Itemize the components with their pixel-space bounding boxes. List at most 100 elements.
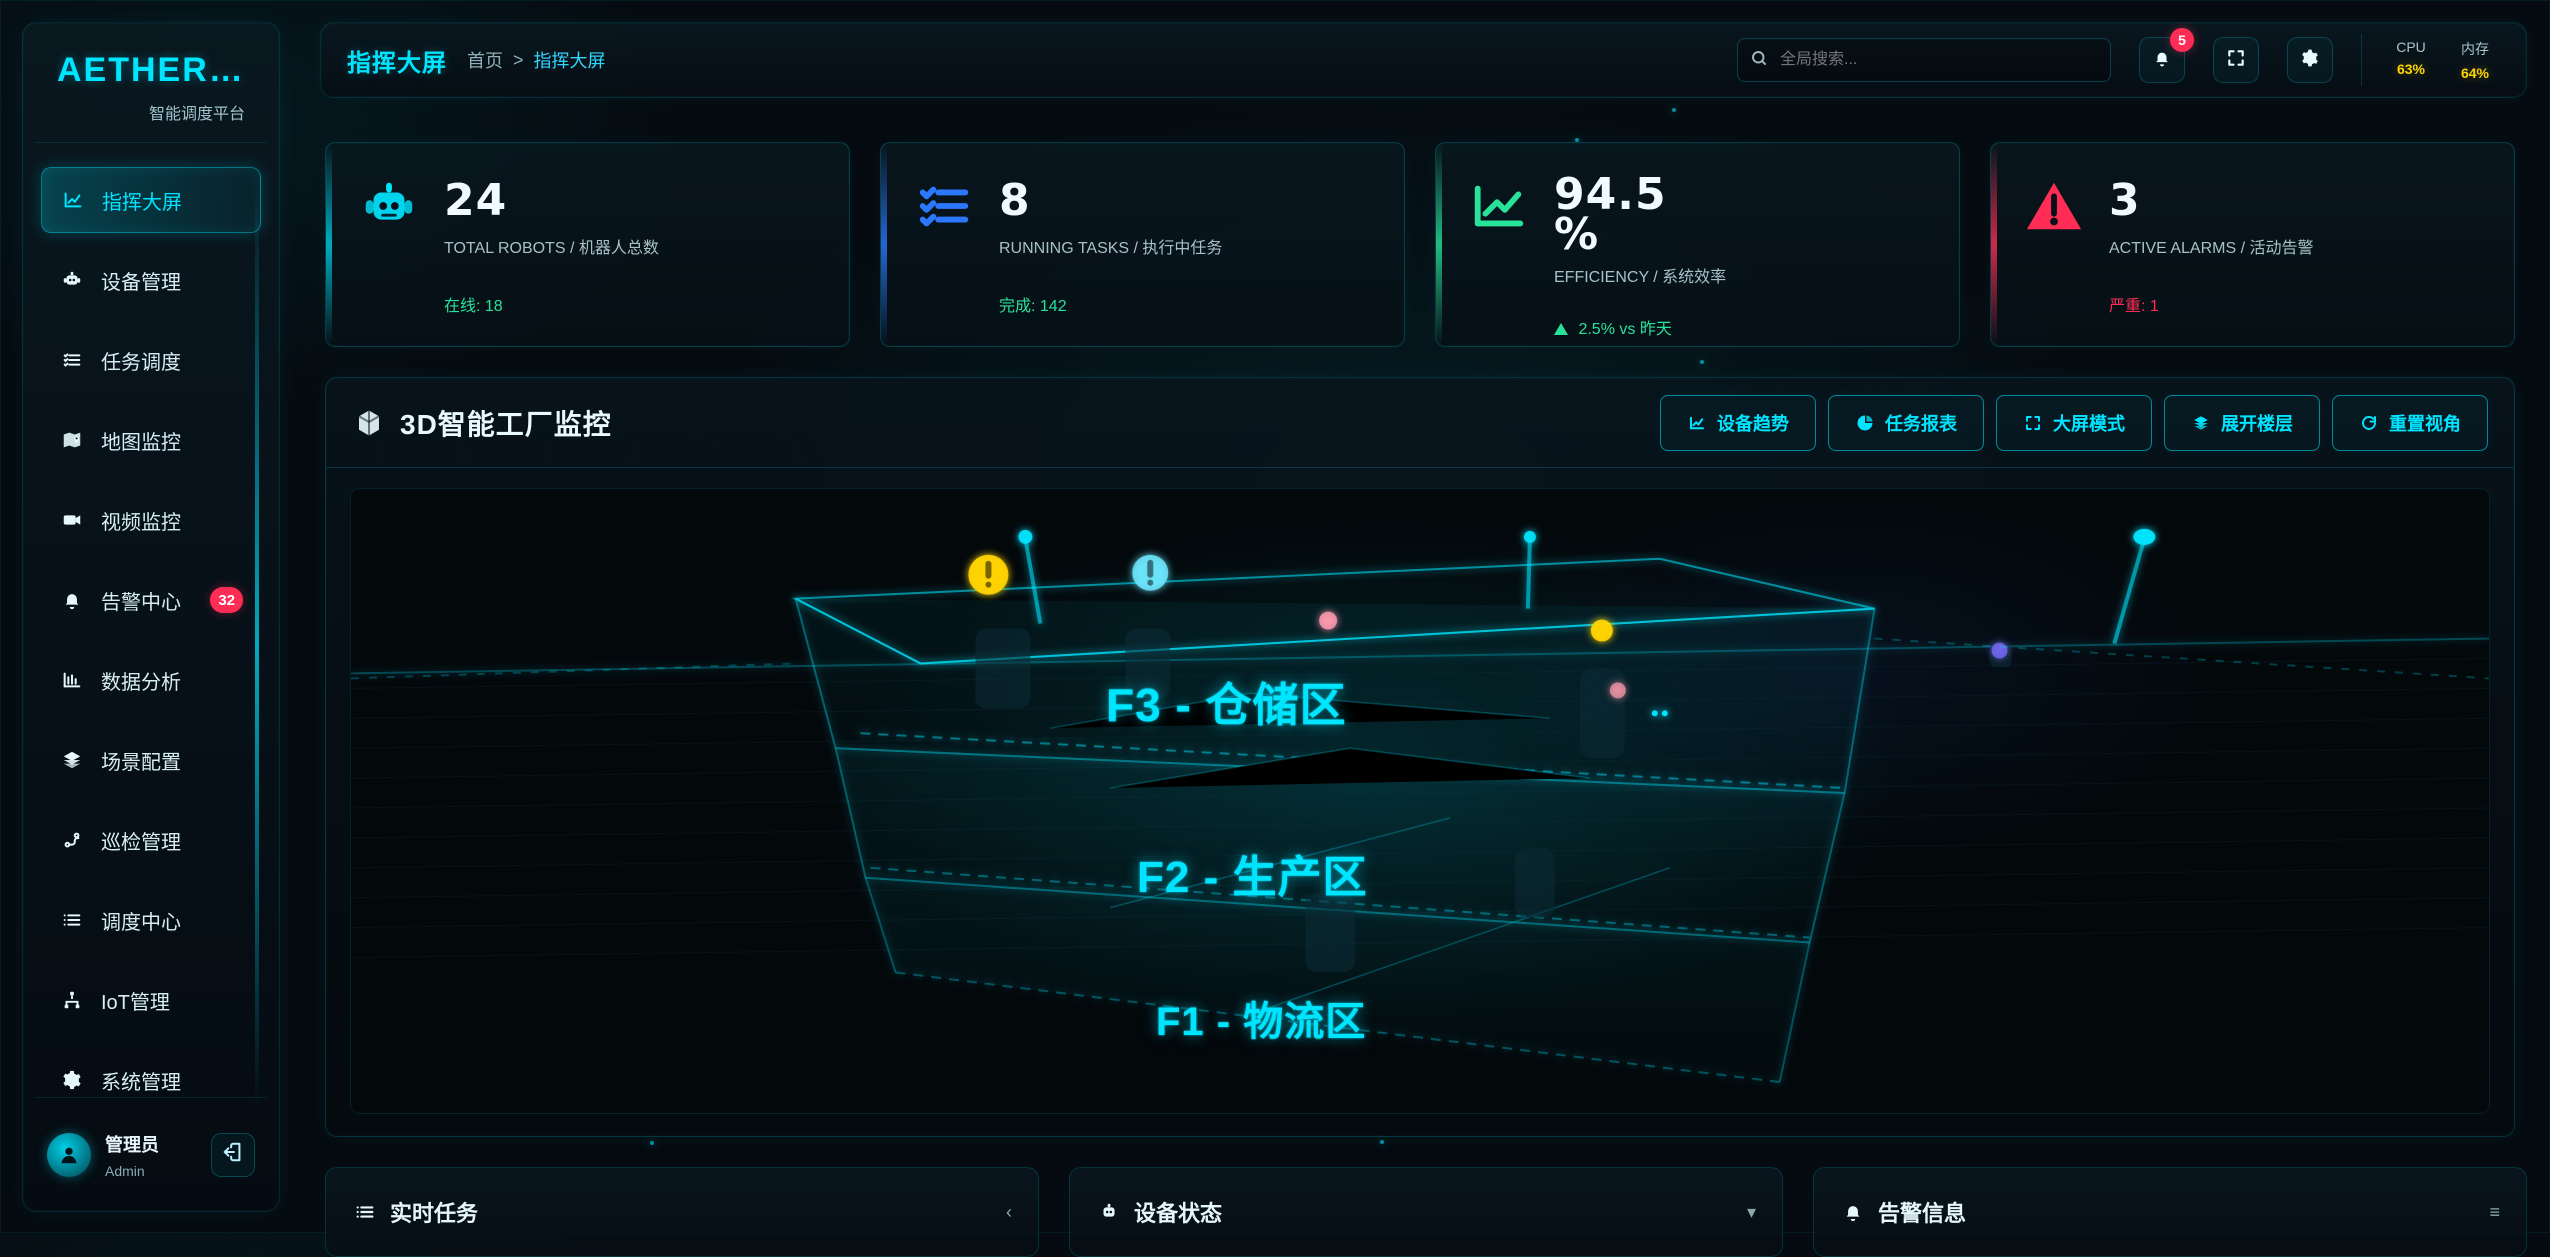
- trend-up-icon: [1466, 173, 1532, 239]
- bell-icon: [2152, 48, 2172, 73]
- breadcrumb: 首页 > 指挥大屏: [467, 47, 606, 73]
- fullscreen-icon: [2226, 48, 2246, 73]
- stat-value: 94.5 %: [1554, 173, 1726, 257]
- stat-inner: 3 ACTIVE ALARMS / 活动告警 严重: 1: [2021, 173, 2490, 328]
- action-device-trend[interactable]: 设备趋势: [1660, 394, 1816, 451]
- bottom-panel-alarm-info: 告警信息 ≡: [1813, 1167, 2527, 1257]
- sidebar-item-patrol-management[interactable]: 巡检管理: [41, 807, 261, 873]
- pie-chart-icon: [1855, 413, 1875, 433]
- sidebar-item-alarm-center[interactable]: 告警中心 32: [41, 567, 261, 633]
- factory-wireframe: [351, 528, 2489, 1084]
- network-icon: [59, 987, 85, 1013]
- bottom-panels: 实时任务 ‹ 设备状态 ▾ 告警信息 ≡: [325, 1167, 2527, 1257]
- layers-icon: [2191, 413, 2211, 433]
- panel-hint[interactable]: ‹: [1006, 1202, 1012, 1223]
- settings-button[interactable]: [2287, 37, 2333, 83]
- sidebar: AETHERLI... 智能调度平台 指挥大屏 设备管理: [22, 22, 280, 1212]
- sidebar-item-label: 调度中心: [101, 911, 181, 934]
- sidebar-item-video-monitoring[interactable]: 视频监控: [41, 487, 261, 553]
- breadcrumb-home[interactable]: 首页: [467, 47, 503, 73]
- stat-subtext: 严重: 1: [2109, 298, 2159, 315]
- efficiency-value-line2: %: [1554, 209, 1600, 260]
- brand: AETHERLI... 智能调度平台: [35, 23, 267, 143]
- action-task-report[interactable]: 任务报表: [1828, 394, 1984, 451]
- sidebar-item-data-analysis[interactable]: 数据分析: [41, 647, 261, 713]
- list-check-icon: [59, 347, 85, 373]
- global-search[interactable]: [1737, 38, 2111, 82]
- stat-card-active-alarms: 3 ACTIVE ALARMS / 活动告警 严重: 1: [1990, 142, 2515, 347]
- factory-actions: 设备趋势 任务报表 大屏模式 展开楼层 重置视角: [1660, 394, 2488, 451]
- brand-title: AETHERLI...: [57, 51, 245, 89]
- chart-line-icon: [60, 187, 86, 213]
- sidebar-item-dispatch-center[interactable]: 调度中心: [41, 887, 261, 953]
- cube-icon: [352, 406, 386, 440]
- factory-monitor-panel: 3D智能工厂监控 设备趋势 任务报表 大屏模式 展开楼层 重置视角 F3 - 仓…: [325, 377, 2515, 1137]
- action-big-screen-mode[interactable]: 大屏模式: [1996, 394, 2152, 451]
- sidebar-item-iot-management[interactable]: IoT管理: [41, 967, 261, 1033]
- sidebar-item-label: 地图监控: [101, 431, 181, 454]
- fullscreen-button[interactable]: [2213, 37, 2259, 83]
- action-label: 大屏模式: [2053, 413, 2125, 434]
- stat-value: 8: [999, 175, 1031, 226]
- system-metrics: CPU 63% 内存 64%: [2390, 39, 2496, 81]
- floor-label-f2: F2 - 生产区: [1137, 853, 1368, 902]
- search-input[interactable]: [1778, 50, 2098, 70]
- sidebar-item-label: 指挥大屏: [102, 191, 182, 214]
- gear-icon: [2300, 48, 2320, 73]
- logout-icon: [222, 1141, 244, 1168]
- list-icon: [59, 907, 85, 933]
- cpu-label: CPU: [2396, 39, 2426, 55]
- sidebar-item-map-monitoring[interactable]: 地图监控: [41, 407, 261, 473]
- breadcrumb-separator: >: [513, 49, 524, 70]
- sidebar-item-device-management[interactable]: 设备管理: [41, 247, 261, 313]
- sidebar-item-label: 视频监控: [101, 511, 181, 534]
- action-reset-view[interactable]: 重置视角: [2332, 394, 2488, 451]
- notification-badge: 5: [2170, 28, 2194, 52]
- sidebar-item-scene-config[interactable]: 场景配置: [41, 727, 261, 793]
- sidebar-item-label: 设备管理: [101, 271, 181, 294]
- layers-icon: [59, 747, 85, 773]
- panel-hint[interactable]: ≡: [2489, 1202, 2500, 1223]
- warning-triangle-icon: [2021, 173, 2087, 239]
- stat-title: RUNNING TASKS / 执行中任务: [999, 240, 1223, 257]
- stat-subtext: 2.5% vs 昨天: [1554, 315, 1726, 339]
- user-panel: 管理员 Admin: [35, 1097, 267, 1193]
- user-icon: [61, 1147, 77, 1163]
- brand-subtitle: 智能调度平台: [148, 106, 245, 123]
- efficiency-delta: 2.5% vs 昨天: [1578, 321, 1672, 338]
- stat-value: 24: [444, 175, 508, 226]
- avatar: [47, 1132, 91, 1177]
- task-list-icon: [911, 173, 977, 239]
- action-expand-floors[interactable]: 展开楼层: [2164, 394, 2320, 451]
- list-icon: [352, 1199, 378, 1225]
- stat-subtext: 在线: 18: [444, 298, 503, 315]
- factory-3d-scene[interactable]: F3 - 仓储区 F2 - 生产区 F1 - 物流区: [350, 488, 2490, 1114]
- sidebar-item-label: 场景配置: [101, 751, 181, 774]
- sidebar-item-task-scheduling[interactable]: 任务调度: [41, 327, 261, 393]
- memory-metric: 内存 64%: [2454, 39, 2496, 81]
- robot-icon: [356, 173, 422, 239]
- stat-title: TOTAL ROBOTS / 机器人总数: [444, 240, 659, 257]
- user-role: Admin: [105, 1162, 145, 1179]
- stat-inner: 24 TOTAL ROBOTS / 机器人总数 在线: 18: [356, 173, 825, 328]
- sidebar-item-dashboard[interactable]: 指挥大屏: [41, 167, 261, 233]
- action-label: 设备趋势: [1717, 413, 1789, 434]
- stat-main: 3 ACTIVE ALARMS / 活动告警 严重: 1: [2109, 173, 2314, 328]
- route-icon: [59, 827, 85, 853]
- stats-cards: 24 TOTAL ROBOTS / 机器人总数 在线: 18 8 RUNNING…: [325, 142, 2527, 347]
- sidebar-nav: 指挥大屏 设备管理 任务调度 地图监控 视频监控 告警中心 32 数据分析 场景…: [23, 143, 279, 1113]
- notifications-button[interactable]: 5: [2139, 28, 2194, 83]
- gear-icon: [59, 1067, 85, 1093]
- alarm-count-badge: 32: [210, 587, 243, 613]
- sidebar-item-label: 数据分析: [101, 671, 181, 694]
- logout-button[interactable]: [211, 1132, 255, 1177]
- panel-hint[interactable]: ▾: [1747, 1202, 1756, 1223]
- decorative-spark: [650, 1141, 654, 1145]
- decorative-spark: [1575, 138, 1579, 142]
- sidebar-item-label: 任务调度: [101, 351, 181, 374]
- stat-inner: 8 RUNNING TASKS / 执行中任务 完成: 142: [911, 173, 1380, 328]
- panel-title-text: 设备状态: [1134, 1201, 1223, 1226]
- factory-header: 3D智能工厂监控 设备趋势 任务报表 大屏模式 展开楼层 重置视角: [326, 378, 2514, 468]
- topbar-divider: [2361, 34, 2362, 86]
- bottom-panel-device-status: 设备状态 ▾: [1069, 1167, 1783, 1257]
